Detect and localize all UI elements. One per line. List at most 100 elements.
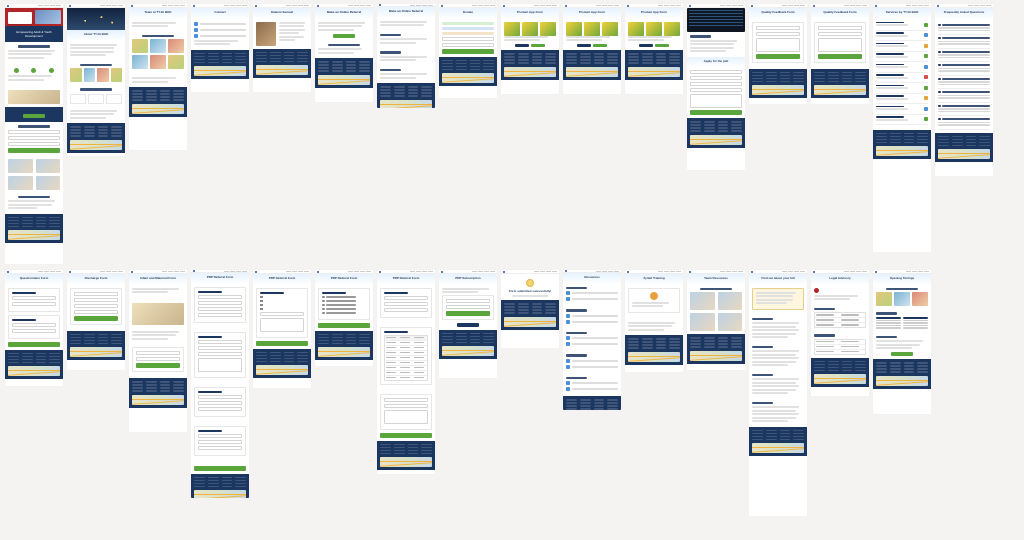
faq-item[interactable] xyxy=(938,103,990,117)
footer-link[interactable] xyxy=(256,58,267,60)
footer-link[interactable] xyxy=(160,387,171,389)
checkbox-icon[interactable] xyxy=(260,300,263,303)
staff-photo[interactable] xyxy=(168,39,184,53)
footer-link[interactable] xyxy=(442,333,453,335)
footer-link[interactable] xyxy=(718,121,729,123)
footer-link[interactable] xyxy=(270,352,281,354)
nav-link[interactable] xyxy=(428,271,433,272)
text-input[interactable] xyxy=(446,299,490,303)
footer-link[interactable] xyxy=(532,306,543,308)
footer-link[interactable] xyxy=(70,135,81,137)
footer-link[interactable] xyxy=(98,129,109,131)
footer-link[interactable] xyxy=(470,60,481,62)
footer-link[interactable] xyxy=(235,62,246,64)
nav-link[interactable] xyxy=(726,271,731,272)
service-item[interactable] xyxy=(876,85,928,91)
footer-link[interactable] xyxy=(483,339,494,341)
footer-link[interactable] xyxy=(222,62,233,64)
footer-link[interactable] xyxy=(49,223,60,225)
footer-link[interactable] xyxy=(780,430,791,432)
footer-link[interactable] xyxy=(766,81,777,83)
donate-option[interactable] xyxy=(442,27,494,30)
footer-link[interactable] xyxy=(890,136,901,138)
page-thumbnail[interactable]: Product App Form xyxy=(625,4,683,94)
nav-link[interactable] xyxy=(906,271,911,272)
footer-link[interactable] xyxy=(532,62,543,64)
footer-link[interactable] xyxy=(284,361,295,363)
faq-item[interactable] xyxy=(938,49,990,63)
footer-link[interactable] xyxy=(966,136,977,138)
nav-link[interactable] xyxy=(298,271,303,272)
faq-item[interactable] xyxy=(938,76,990,90)
resource-card[interactable] xyxy=(718,292,743,310)
footer-link[interactable] xyxy=(566,399,577,401)
footer-link[interactable] xyxy=(146,99,157,101)
footer-link[interactable] xyxy=(642,53,653,55)
footer-map[interactable] xyxy=(380,457,432,467)
footer-link[interactable] xyxy=(890,139,901,141)
textarea-input[interactable] xyxy=(756,38,800,52)
footer-link[interactable] xyxy=(766,75,777,77)
nav-link[interactable] xyxy=(106,5,111,6)
text-input[interactable] xyxy=(136,357,180,361)
page-thumbnail[interactable]: Legal Advisory xyxy=(811,270,869,396)
footer-link[interactable] xyxy=(917,142,928,144)
page-thumbnail[interactable]: PRP Referral Form xyxy=(191,270,249,498)
resource-link[interactable] xyxy=(566,381,618,385)
footer-link[interactable] xyxy=(752,78,763,80)
nav-link[interactable] xyxy=(348,271,353,272)
footer-link[interactable] xyxy=(504,312,515,314)
footer-link[interactable] xyxy=(111,340,122,342)
nav-link[interactable] xyxy=(490,5,495,6)
checkbox-row[interactable] xyxy=(260,308,304,311)
nav-link[interactable] xyxy=(602,5,607,6)
nav-link[interactable] xyxy=(968,5,973,6)
footer-link[interactable] xyxy=(456,336,467,338)
footer-link[interactable] xyxy=(256,361,267,363)
footer-link[interactable] xyxy=(84,129,95,131)
footer-link[interactable] xyxy=(766,72,777,74)
footer-map[interactable] xyxy=(814,85,866,95)
footer-link[interactable] xyxy=(98,337,109,339)
footer-link[interactable] xyxy=(966,139,977,141)
footer-link[interactable] xyxy=(580,59,591,61)
submit-button[interactable] xyxy=(756,54,800,59)
footer-link[interactable] xyxy=(766,78,777,80)
footer-map[interactable] xyxy=(442,346,494,356)
footer-link[interactable] xyxy=(828,81,839,83)
footer-map[interactable] xyxy=(876,376,928,386)
footer-link[interactable] xyxy=(318,340,329,342)
nav-link[interactable] xyxy=(676,5,681,6)
footer-link[interactable] xyxy=(566,405,577,407)
footer-link[interactable] xyxy=(380,447,391,449)
footer-link[interactable] xyxy=(160,90,171,92)
radio-icon[interactable] xyxy=(322,296,325,299)
footer-link[interactable] xyxy=(346,67,357,69)
nav-link[interactable] xyxy=(720,271,725,272)
footer-link[interactable] xyxy=(256,352,267,354)
footer-link[interactable] xyxy=(704,337,715,339)
footer-link[interactable] xyxy=(470,69,481,71)
footer-link[interactable] xyxy=(284,52,295,54)
checkbox-row[interactable] xyxy=(260,304,304,307)
footer-link[interactable] xyxy=(704,130,715,132)
footer-link[interactable] xyxy=(504,59,515,61)
footer-link[interactable] xyxy=(780,78,791,80)
nav-link[interactable] xyxy=(286,271,291,272)
footer-link[interactable] xyxy=(470,342,481,344)
footer-link[interactable] xyxy=(318,337,329,339)
footer-link[interactable] xyxy=(346,64,357,66)
footer-link[interactable] xyxy=(731,121,742,123)
footer-link[interactable] xyxy=(518,53,529,55)
footer-link[interactable] xyxy=(904,139,915,141)
footer-link[interactable] xyxy=(380,450,391,452)
primary-button[interactable] xyxy=(593,44,607,47)
nav-link[interactable] xyxy=(856,5,861,6)
footer-link[interactable] xyxy=(483,69,494,71)
footer-link[interactable] xyxy=(966,142,977,144)
footer-link[interactable] xyxy=(628,341,639,343)
footer-link[interactable] xyxy=(904,365,915,367)
footer-link[interactable] xyxy=(146,90,157,92)
footer-link[interactable] xyxy=(580,56,591,58)
nav-link[interactable] xyxy=(726,5,731,6)
